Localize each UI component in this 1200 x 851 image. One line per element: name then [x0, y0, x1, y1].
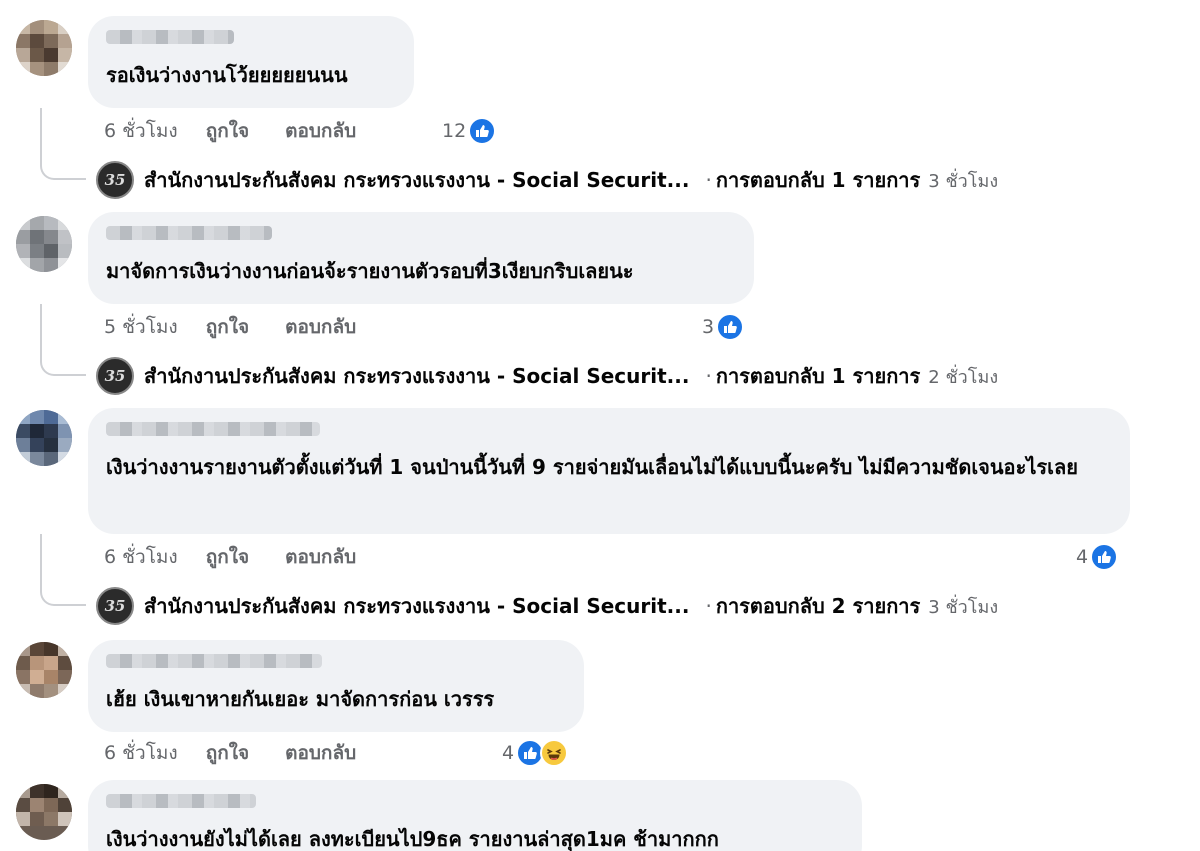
comment-time[interactable]: 6 ชั่วโมง [104, 542, 178, 572]
like-icon [716, 313, 745, 341]
like-button[interactable]: ถูกใจ [206, 542, 249, 572]
commenter-name-blurred[interactable] [106, 794, 256, 808]
haha-icon [540, 739, 569, 767]
reply-separator: · [705, 364, 712, 388]
like-button[interactable]: ถูกใจ [206, 738, 249, 768]
reply-count-link[interactable]: การตอบกลับ 2 รายการ [716, 590, 920, 622]
reaction-count: 4 [1076, 546, 1089, 568]
like-button[interactable]: ถูกใจ [206, 116, 249, 146]
comment-text: เงินว่างงานยังไม่ได้เลย ลงทะเบียนไป9ธค ร… [106, 827, 719, 851]
comment-time[interactable]: 6 ชั่วโมง [104, 738, 178, 768]
reply-time: 3 ชั่วโมง [928, 596, 999, 618]
commenter-avatar[interactable] [16, 20, 72, 76]
comment-actions: 5 ชั่วโมง ถูกใจ ตอบกลับ [104, 312, 392, 342]
reply-count-link[interactable]: การตอบกลับ 1 รายการ [716, 164, 920, 196]
reply-time: 3 ชั่วโมง [928, 170, 999, 192]
reply-button[interactable]: ตอบกลับ [285, 738, 356, 768]
commenter-name-blurred[interactable] [106, 422, 320, 436]
reply-button[interactable]: ตอบกลับ [285, 542, 356, 572]
commenter-avatar[interactable] [16, 784, 72, 840]
comment-text: รอเงินว่างงานโว้ยยยยยนนน [106, 63, 348, 87]
like-button[interactable]: ถูกใจ [206, 312, 249, 342]
comment-actions: 6 ชั่วโมง ถูกใจ ตอบกลับ [104, 116, 392, 146]
comment-text: มาจัดการเงินว่างงานก่อนจ้ะรายงานตัวรอบที… [106, 259, 634, 283]
reply-page-name[interactable]: สำนักงานประกันสังคม กระทรวงแรงงาน - Soci… [144, 590, 689, 622]
page-avatar-icon[interactable]: 35 [96, 587, 134, 625]
comment-text: เฮ้ย เงินเขาหายกันเยอะ มาจัดการก่อน เวรร… [106, 687, 495, 711]
reply-preview[interactable]: 35 สำนักงานประกันสังคม กระทรวงแรงงาน - S… [96, 160, 998, 200]
comment-bubble: เงินว่างงานยังไม่ได้เลย ลงทะเบียนไป9ธค ร… [88, 780, 862, 851]
commenter-avatar[interactable] [16, 216, 72, 272]
comment-bubble: รอเงินว่างงานโว้ยยยยยนนน [88, 16, 414, 108]
like-icon [468, 117, 497, 145]
thread-connector [40, 108, 86, 180]
comment-bubble: มาจัดการเงินว่างงานก่อนจ้ะรายงานตัวรอบที… [88, 212, 754, 304]
reply-preview[interactable]: 35 สำนักงานประกันสังคม กระทรวงแรงงาน - S… [96, 586, 998, 626]
reaction-summary[interactable]: 4 [1076, 542, 1119, 572]
reply-page-name[interactable]: สำนักงานประกันสังคม กระทรวงแรงงาน - Soci… [144, 360, 689, 392]
reaction-summary[interactable]: 3 [702, 312, 745, 342]
comment-text: เงินว่างงานรายงานตัวตั้งแต่วันที่ 1 จนป่… [106, 455, 1078, 479]
thread-connector [40, 534, 86, 606]
reaction-count: 3 [702, 316, 715, 338]
reaction-count: 12 [442, 120, 467, 142]
comment-actions: 6 ชั่วโมง ถูกใจ ตอบกลับ [104, 542, 392, 572]
reaction-summary[interactable]: 4 [502, 738, 569, 768]
page-avatar-icon[interactable]: 35 [96, 357, 134, 395]
commenter-name-blurred[interactable] [106, 654, 322, 668]
commenter-name-blurred[interactable] [106, 226, 272, 240]
reply-button[interactable]: ตอบกลับ [285, 312, 356, 342]
comment-time[interactable]: 5 ชั่วโมง [104, 312, 178, 342]
thread-connector [40, 304, 86, 376]
comment-bubble: เงินว่างงานรายงานตัวตั้งแต่วันที่ 1 จนป่… [88, 408, 1130, 534]
comment-time[interactable]: 6 ชั่วโมง [104, 116, 178, 146]
like-icon [1090, 543, 1119, 571]
reply-separator: · [705, 594, 712, 618]
commenter-avatar[interactable] [16, 410, 72, 466]
reply-count-link[interactable]: การตอบกลับ 1 รายการ [716, 360, 920, 392]
reply-button[interactable]: ตอบกลับ [285, 116, 356, 146]
commenter-avatar[interactable] [16, 642, 72, 698]
reaction-summary[interactable]: 12 [442, 116, 497, 146]
reply-separator: · [705, 168, 712, 192]
comment-bubble: เฮ้ย เงินเขาหายกันเยอะ มาจัดการก่อน เวรร… [88, 640, 584, 732]
comment-actions: 6 ชั่วโมง ถูกใจ ตอบกลับ [104, 738, 392, 768]
reaction-count: 4 [502, 742, 515, 764]
commenter-name-blurred[interactable] [106, 30, 234, 44]
reply-page-name[interactable]: สำนักงานประกันสังคม กระทรวงแรงงาน - Soci… [144, 164, 689, 196]
reply-time: 2 ชั่วโมง [928, 366, 999, 388]
page-avatar-icon[interactable]: 35 [96, 161, 134, 199]
reply-preview[interactable]: 35 สำนักงานประกันสังคม กระทรวงแรงงาน - S… [96, 356, 998, 396]
